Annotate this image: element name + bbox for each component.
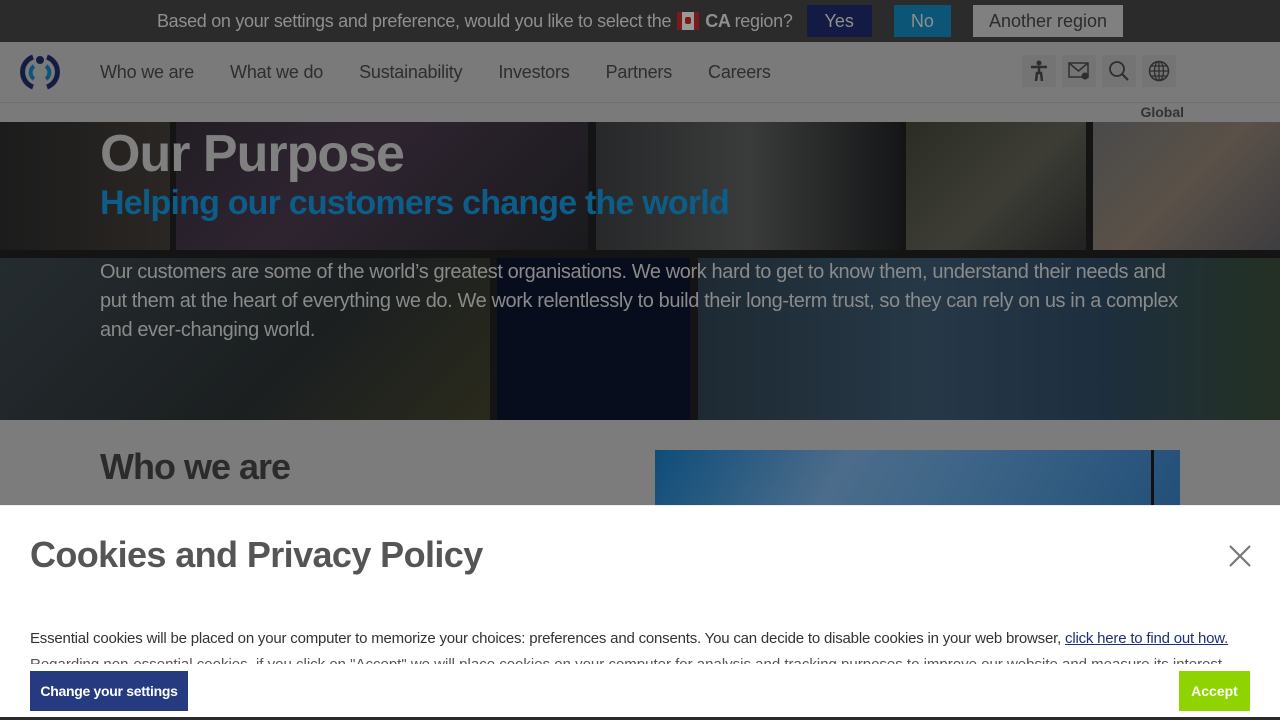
region-message-suffix: region? [734, 10, 793, 31]
accessibility-button[interactable] [1022, 55, 1056, 87]
search-button[interactable] [1102, 55, 1136, 87]
cookie-title: Cookies and Privacy Policy [30, 534, 483, 575]
region-banner: Based on your settings and preference, w… [0, 0, 1280, 42]
cookie-text-essential-body: Essential cookies will be placed on your… [30, 630, 1066, 647]
who-we-are-image [655, 450, 1180, 506]
region-message: Based on your settings and preference, w… [157, 11, 793, 32]
region-code: CA [705, 10, 731, 31]
main-nav: Who we are What we do Sustainability Inv… [100, 42, 807, 102]
header-tools [1022, 55, 1176, 87]
company-logo[interactable] [16, 53, 64, 91]
cookie-text-essential: Essential cookies will be placed on your… [30, 630, 1228, 647]
who-we-are-section: Who we are [0, 420, 1280, 506]
close-icon[interactable] [1228, 544, 1252, 568]
nav-careers[interactable]: Careers [708, 62, 771, 83]
hero-body: Our customers are some of the world’s gr… [100, 261, 1178, 341]
hero-title: Our Purpose [100, 125, 405, 183]
current-region-label[interactable]: Global [1140, 104, 1184, 120]
nav-who-we-are[interactable]: Who we are [100, 62, 194, 83]
cookie-text-nonessential: Regarding non-essential cookies, if you … [30, 655, 1250, 664]
region-yes-button[interactable]: Yes [806, 5, 872, 37]
region-message-text: Based on your settings and preference, w… [156, 10, 672, 31]
hero-section: Our Purpose Helping our customers change… [0, 122, 1280, 420]
flagpole-detail [1151, 450, 1154, 506]
nav-partners[interactable]: Partners [606, 62, 673, 83]
globe-icon [1148, 60, 1170, 82]
accessibility-icon [1031, 60, 1047, 82]
canada-flag-icon [677, 12, 700, 30]
who-we-are-title: Who we are [100, 446, 291, 487]
find-out-how-link[interactable]: click here to find out how. [1065, 630, 1228, 647]
contact-button[interactable] [1062, 55, 1096, 87]
language-button[interactable] [1142, 55, 1176, 87]
change-settings-button[interactable]: Change your settings [30, 671, 188, 711]
hero-image-tile [906, 122, 1086, 250]
site-header: Who we are What we do Sustainability Inv… [0, 42, 1280, 102]
region-no-button[interactable]: No [893, 5, 951, 37]
another-region-button[interactable]: Another region [972, 5, 1124, 37]
nav-what-we-do[interactable]: What we do [230, 62, 323, 83]
hero-image-tile [1093, 122, 1280, 250]
nav-investors[interactable]: Investors [498, 62, 569, 83]
region-subbar: Global [0, 102, 1280, 122]
search-icon [1109, 61, 1129, 81]
accept-cookies-button[interactable]: Accept [1179, 671, 1250, 711]
hero-subtitle: Helping our customers change the world [100, 184, 730, 222]
cookie-banner: Cookies and Privacy Policy Essential coo… [0, 505, 1280, 720]
contact-mail-icon [1068, 62, 1089, 80]
nav-sustainability[interactable]: Sustainability [359, 62, 462, 83]
